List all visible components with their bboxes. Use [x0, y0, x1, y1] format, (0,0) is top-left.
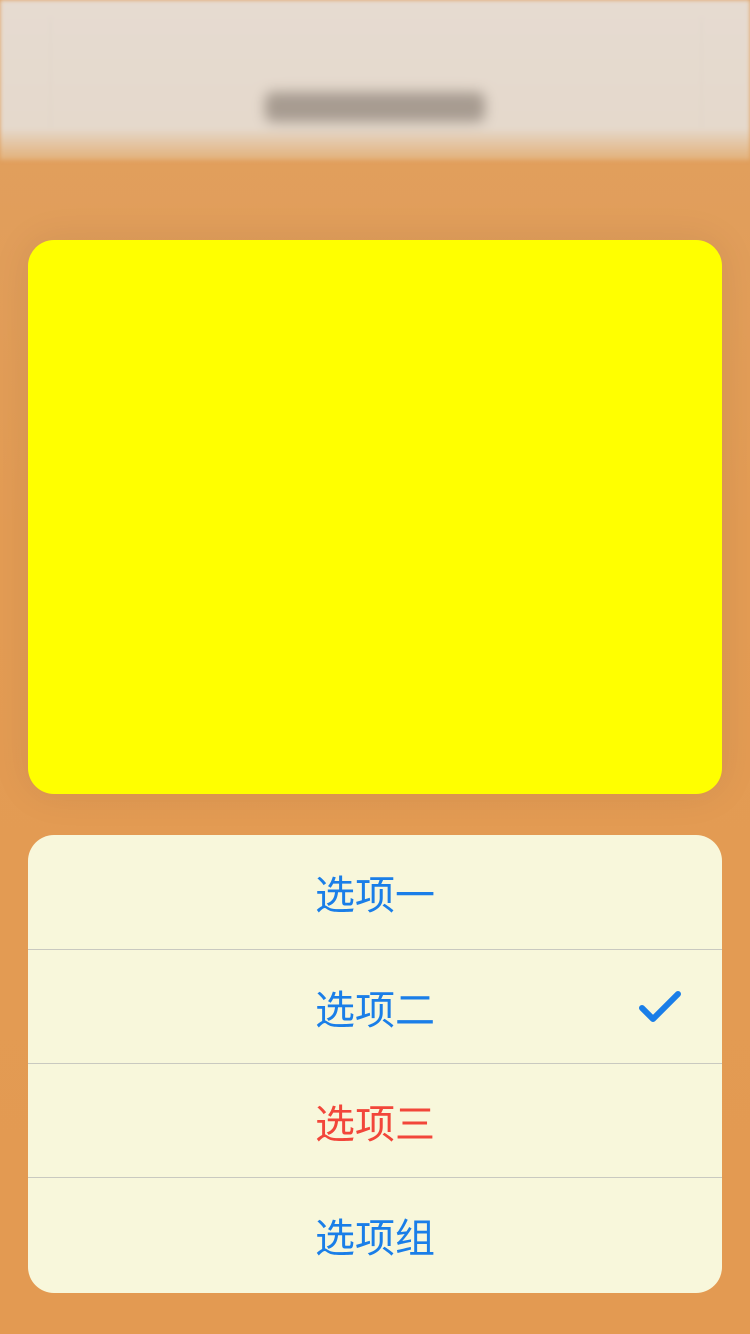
menu-item-option-one[interactable]: 选项一 [28, 835, 722, 949]
menu-item-option-group[interactable]: 选项组 [28, 1177, 722, 1291]
context-menu: 选项一 选项二 选项三 选项组 [28, 835, 722, 1293]
menu-item-option-three[interactable]: 选项三 [28, 1063, 722, 1177]
checkmark-icon [639, 991, 681, 1022]
blurred-navigation-title [265, 92, 485, 122]
menu-item-option-two[interactable]: 选项二 [28, 949, 722, 1063]
preview-card [28, 240, 722, 794]
blurred-navigation-bar [0, 0, 750, 160]
menu-item-label: 选项二 [315, 987, 435, 1034]
menu-item-label: 选项组 [315, 1215, 435, 1262]
menu-item-label: 选项三 [315, 1101, 435, 1148]
menu-item-label: 选项一 [315, 873, 435, 919]
context-menu-screen: 选项一 选项二 选项三 选项组 [0, 0, 750, 1334]
